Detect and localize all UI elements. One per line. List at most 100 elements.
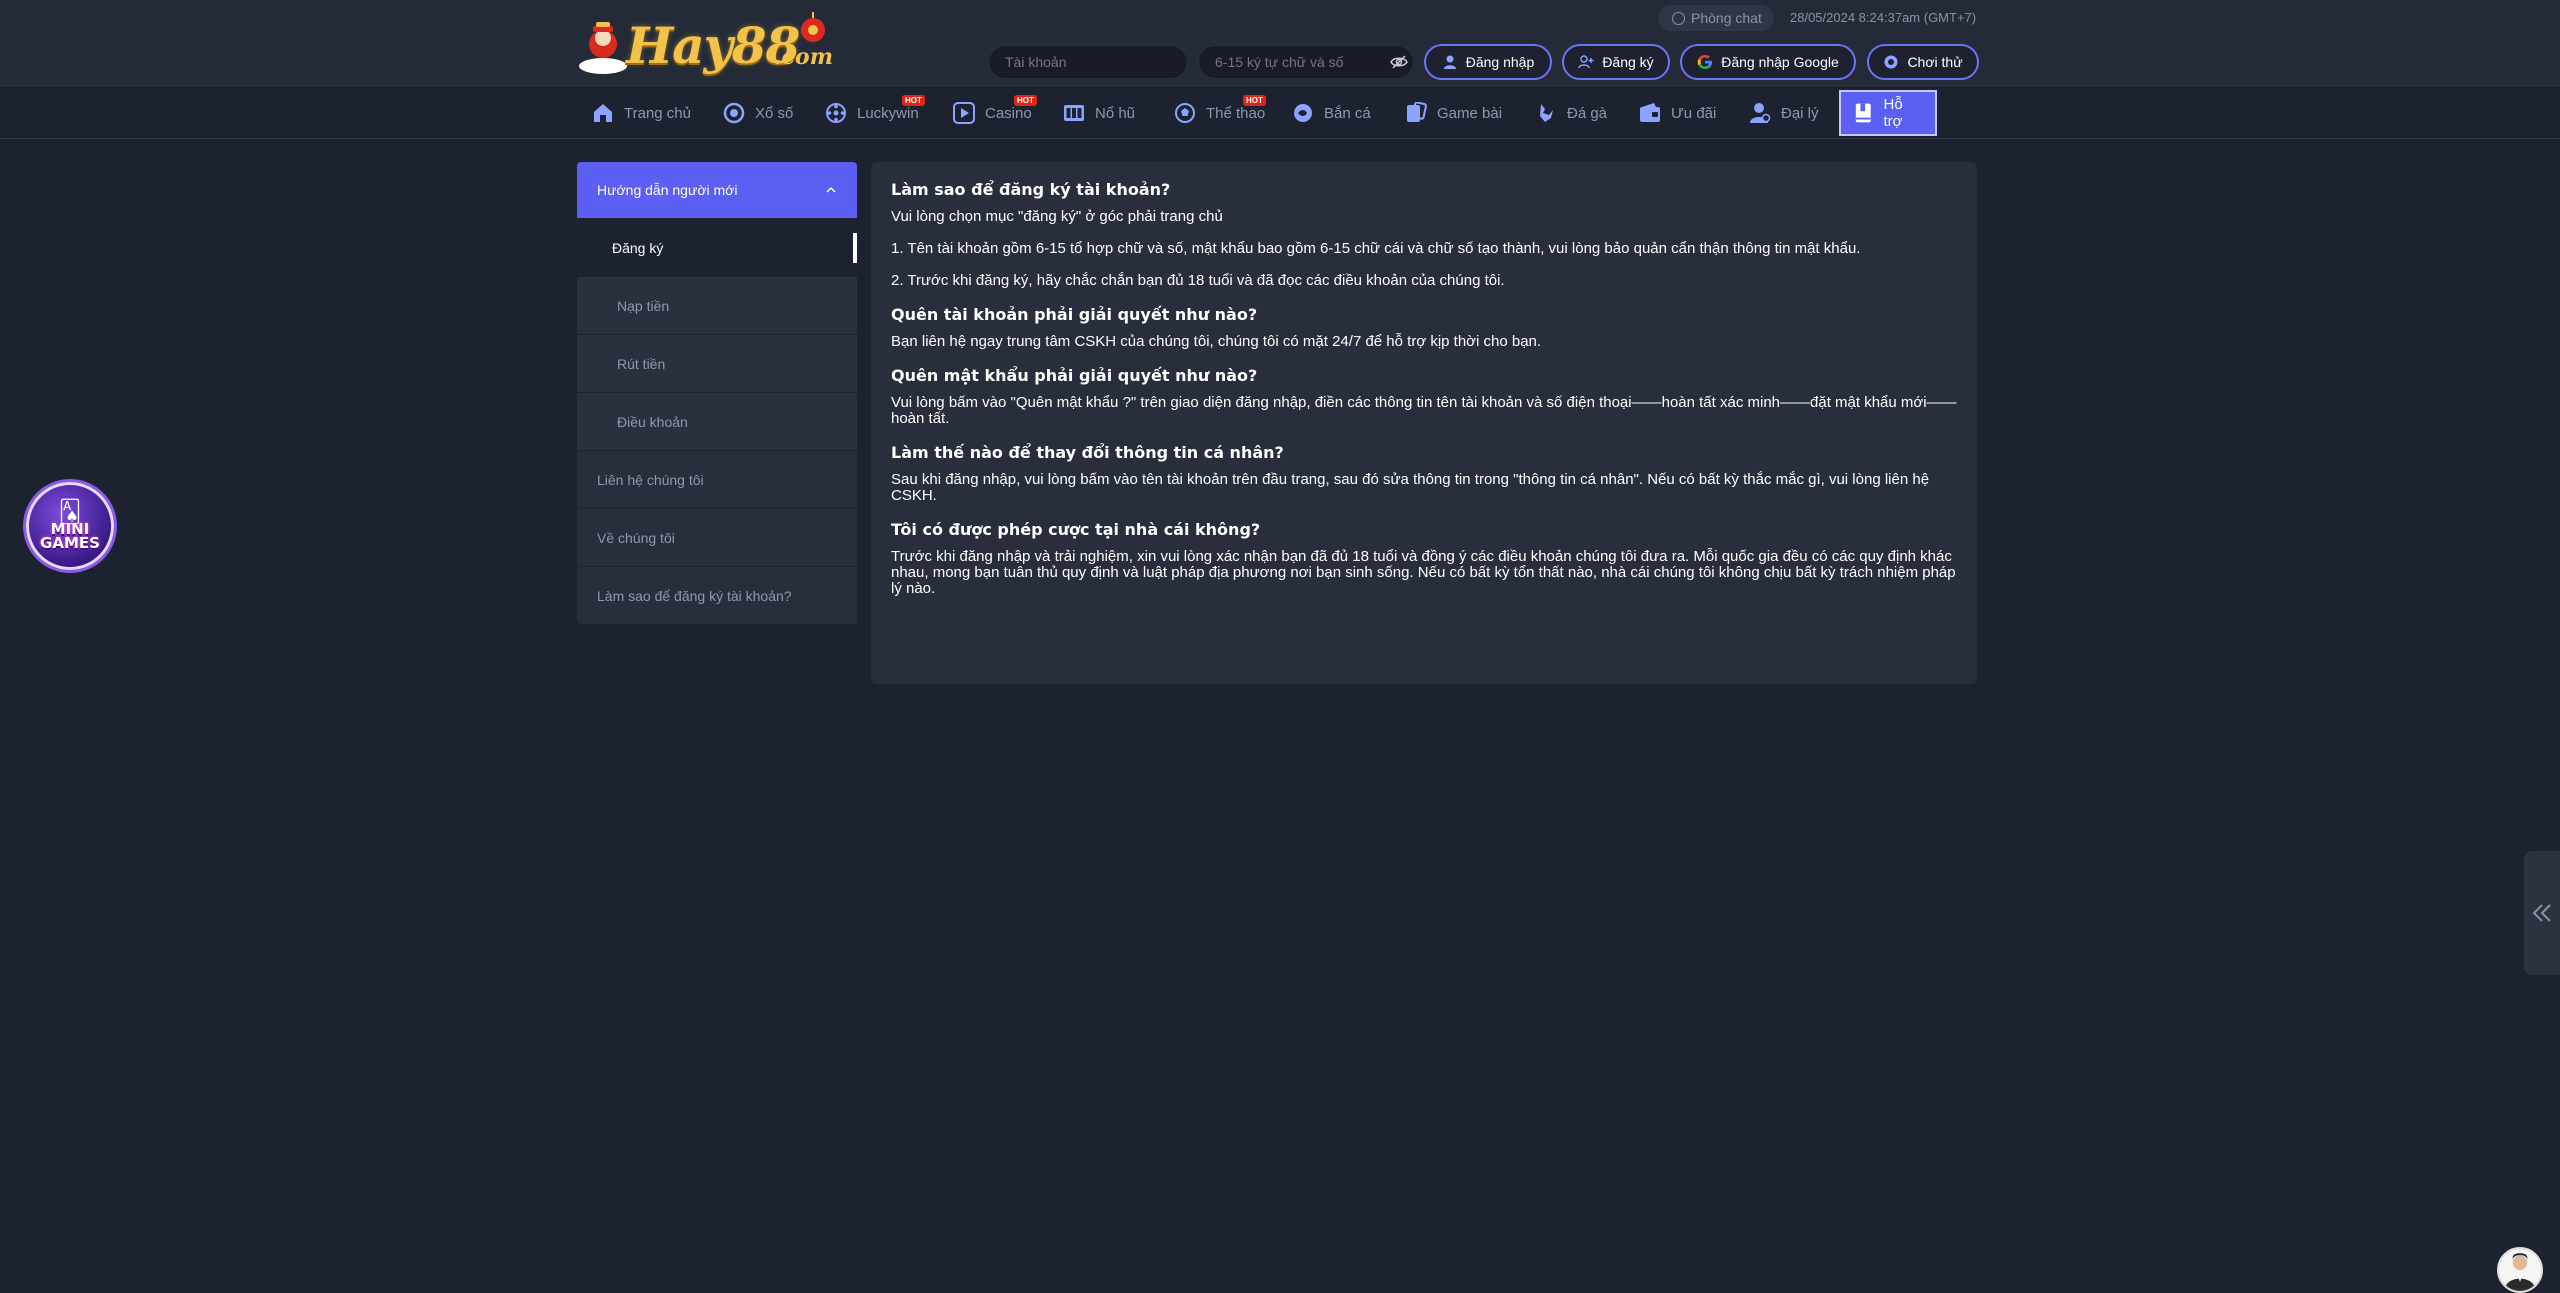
nav-label: Bắn cá [1324, 104, 1371, 122]
chat-icon [1672, 11, 1685, 25]
site-header: Hay88 .com Phòng chat 28/05/2024 8:24:37… [0, 0, 2560, 86]
agent-avatar-icon [2504, 1253, 2536, 1291]
agent-icon [1750, 103, 1771, 123]
help-content: Làm sao để đăng ký tài khoản? Vui lòng c… [871, 162, 1977, 684]
nav-label: Hỗ trợ [1883, 96, 1903, 130]
hot-badge: HOT [902, 95, 925, 106]
mini-games-line2: GAMES [40, 534, 100, 552]
sidebar-item-terms[interactable]: Điều khoản [577, 392, 857, 450]
google-login-label: Đăng nhập Google [1721, 54, 1839, 70]
faq-question: Làm sao để đăng ký tài khoản? [891, 180, 1171, 199]
playing-cards-icon: 🂡 [58, 499, 82, 524]
support-agent-avatar[interactable] [2497, 1247, 2543, 1293]
nav-label: Luckywin [857, 104, 919, 122]
home-icon [594, 104, 612, 122]
nav-label: Ưu đãi [1671, 104, 1717, 122]
faq-answer: Vui lòng bấm vào "Quên mật khẩu ?" trên … [891, 394, 1957, 427]
timezone-value: (GMT+7) [1923, 10, 1977, 25]
nav-item-agency[interactable]: Đại lý [1737, 90, 1831, 136]
nav-item-fishing[interactable]: Bắn cá [1280, 90, 1383, 136]
faq-question: Quên tài khoản phải giải quyết như nào? [891, 305, 1258, 324]
datetime-value: 28/05/2024 8:24:37am [1790, 10, 1921, 25]
nav-label: Nổ hũ [1095, 104, 1136, 122]
book-icon [1855, 103, 1871, 123]
play-trial-button[interactable]: Chơi thử [1867, 44, 1979, 80]
sidebar-item-label: Điều khoản [617, 413, 688, 430]
play-trial-label: Chơi thử [1907, 54, 1963, 70]
sidebar-item-deposit[interactable]: Nạp tiền [577, 276, 857, 334]
chevron-up-icon [826, 186, 836, 193]
gamepad-icon [1884, 55, 1898, 69]
sidebar-item-label: Rút tiền [617, 355, 666, 372]
sidebar-item-label: Đăng ký [612, 239, 664, 256]
main-nav: Trang chủ Xổ số Luckywin HOT Casino HOT … [0, 87, 2560, 139]
hot-badge: HOT [1014, 95, 1037, 106]
rooster-icon [1540, 104, 1553, 122]
hot-badge: HOT [1243, 95, 1266, 106]
faq-question: Quên mật khẩu phải giải quyết như nào? [891, 366, 1258, 385]
login-button[interactable]: Đăng nhập [1424, 44, 1552, 80]
faq-answer: Bạn liên hệ ngay trung tâm CSKH của chún… [891, 333, 1542, 350]
faq-answer: 2. Trước khi đăng ký, hãy chắc chắn bạn … [891, 272, 1505, 289]
slot-icon [1064, 105, 1084, 121]
sidebar-item-withdraw[interactable]: Rút tiền [577, 334, 857, 392]
nav-item-lottery[interactable]: Xổ số [711, 90, 805, 136]
nav-item-sports[interactable]: Thể thao HOT [1162, 90, 1277, 136]
nav-item-cockfight[interactable]: Đá gà [1523, 90, 1619, 136]
login-label: Đăng nhập [1465, 54, 1535, 70]
nav-item-slots[interactable]: Nổ hũ [1051, 90, 1147, 136]
nav-label: Đá gà [1567, 104, 1608, 122]
soccer-icon [1175, 103, 1195, 123]
server-datetime: 28/05/2024 8:24:37am (GMT+7) [1790, 10, 1976, 25]
user-icon [1443, 55, 1456, 69]
sidebar-item-how-to-register[interactable]: Làm sao để đăng ký tài khoản? [577, 566, 857, 624]
eye-slash-icon[interactable] [1390, 53, 1408, 71]
double-chevron-left-icon [2532, 904, 2551, 922]
sidebar-item-contact[interactable]: Liên hệ chúng tôi [577, 450, 857, 508]
play-icon [953, 102, 975, 124]
faq-answer: Trước khi đăng nhập và trải nghiệm, xin … [891, 548, 1956, 597]
sidebar-item-about[interactable]: Về chúng tôi [577, 508, 857, 566]
lantern-icon [801, 12, 825, 42]
mini-games-button[interactable]: 🂡 MINI GAMES [26, 482, 114, 570]
wheel-icon [826, 103, 846, 123]
nav-item-card-games[interactable]: Game bài [1393, 90, 1514, 136]
nav-item-promotions[interactable]: Ưu đãi [1627, 90, 1728, 136]
fish-icon [1294, 104, 1312, 122]
register-label: Đăng ký [1602, 54, 1654, 70]
google-login-button[interactable]: Đăng nhập Google [1680, 44, 1856, 80]
nav-item-casino[interactable]: Casino HOT [941, 90, 1044, 136]
lottery-icon [723, 102, 745, 124]
sidebar-section-newbie-guide[interactable]: Hướng dẫn người mới [577, 162, 857, 218]
logo-suffix: .com [774, 44, 834, 70]
sidebar-item-label: Liên hệ chúng tôi [597, 471, 704, 488]
faq-question: Tôi có được phép cược tại nhà cái không? [891, 520, 1261, 539]
wallet-icon [1640, 103, 1660, 122]
chat-room-button[interactable]: Phòng chat [1658, 5, 1774, 31]
username-input[interactable] [988, 45, 1188, 79]
add-user-icon [1578, 55, 1594, 69]
fortune-god-icon [579, 22, 627, 74]
nav-item-home[interactable]: Trang chủ [580, 90, 703, 136]
expand-panel-button[interactable] [2524, 851, 2560, 975]
nav-label: Trang chủ [624, 104, 691, 122]
help-sidebar: Hướng dẫn người mới Đăng ký Nạp tiền Rút… [577, 162, 857, 624]
nav-item-support[interactable]: Hỗ trợ [1839, 90, 1937, 136]
site-logo[interactable]: Hay88 .com [578, 12, 834, 76]
google-icon [1697, 54, 1713, 69]
faq-answer: Sau khi đăng nhập, vui lòng bấm vào tên … [891, 471, 1930, 504]
sidebar-item-register[interactable]: Đăng ký [577, 218, 857, 276]
register-button[interactable]: Đăng ký [1562, 44, 1670, 80]
faq-question: Làm thế nào để thay đổi thông tin cá nhâ… [891, 443, 1284, 462]
nav-label: Đại lý [1781, 104, 1819, 122]
password-input[interactable] [1198, 45, 1414, 79]
sidebar-item-label: Làm sao để đăng ký tài khoản? [597, 587, 792, 604]
nav-label: Casino [985, 104, 1032, 122]
chat-room-label: Phòng chat [1691, 10, 1762, 26]
sidebar-section-title: Hướng dẫn người mới [597, 182, 738, 198]
sidebar-item-label: Về chúng tôi [597, 529, 675, 546]
nav-label: Xổ số [755, 104, 794, 122]
sidebar-item-label: Nạp tiền [617, 297, 670, 314]
nav-item-luckywin[interactable]: Luckywin HOT [813, 90, 931, 136]
nav-label: Game bài [1437, 104, 1503, 122]
